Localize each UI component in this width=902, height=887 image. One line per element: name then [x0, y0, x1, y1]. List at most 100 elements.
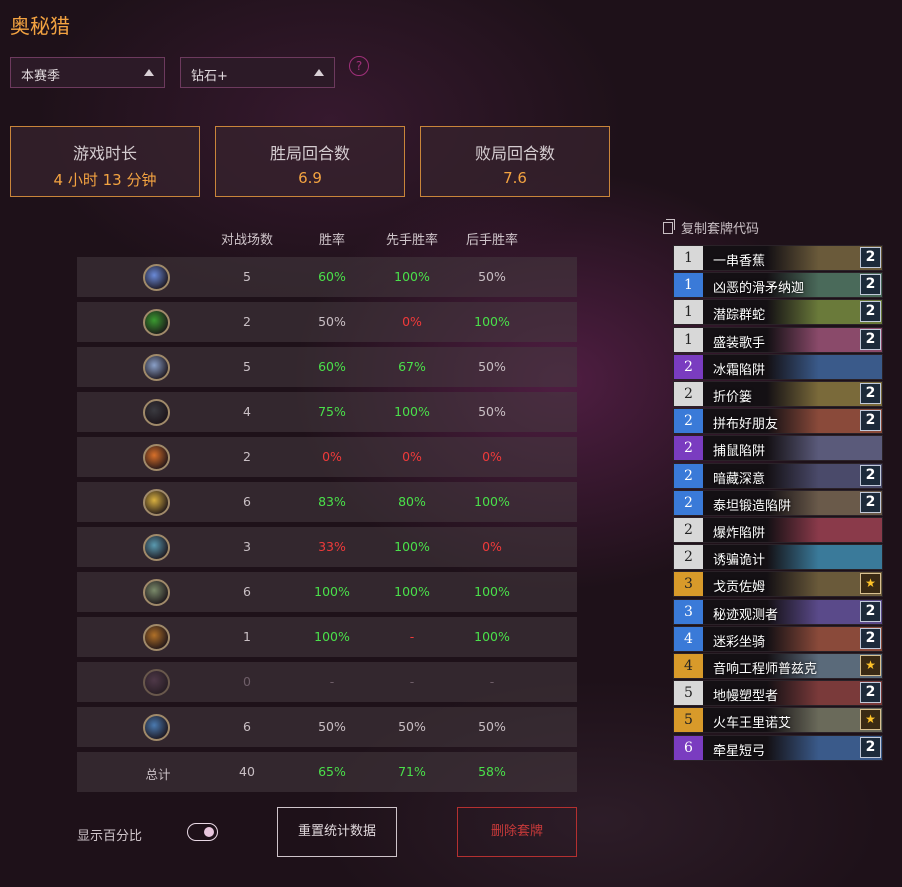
- second-winrate-cell: 50%: [478, 269, 506, 284]
- card-cost: 1: [674, 327, 703, 352]
- show-percent-label: 显示百分比: [77, 829, 143, 844]
- card-cost: 6: [674, 735, 703, 760]
- games-cell: 6: [243, 584, 251, 599]
- card-count-badge: 2: [860, 491, 881, 513]
- deck-card[interactable]: 5 火车王里诺艾 ★: [673, 707, 883, 734]
- card-cost: 5: [674, 681, 703, 706]
- card-cost: 4: [674, 626, 703, 651]
- total-row: 总计 40 65% 71% 58%: [77, 752, 577, 792]
- card-cost: 2: [674, 409, 703, 434]
- stat-label: 游戏时长: [72, 144, 137, 163]
- winrate-cell: 33%: [318, 539, 346, 554]
- winrate-cell: 50%: [318, 314, 346, 329]
- card-name: 牵星短弓: [713, 743, 766, 759]
- second-winrate-cell: 50%: [478, 719, 506, 734]
- deck-card[interactable]: 1 一串香蕉 2: [673, 245, 883, 271]
- deck-card[interactable]: 6 牵星短弓 2: [673, 734, 883, 761]
- card-count-badge: 2: [860, 736, 881, 758]
- first-winrate-cell: 100%: [394, 539, 430, 554]
- second-winrate-cell: 50%: [478, 359, 506, 374]
- second-winrate-cell: 100%: [474, 584, 510, 599]
- card-count-badge: 2: [860, 247, 881, 268]
- deck-card[interactable]: 4 音响工程师普兹克 ★: [673, 653, 883, 679]
- games-cell: 0: [243, 674, 251, 689]
- copy-deck-code-button[interactable]: 复制套牌代码: [663, 218, 759, 237]
- deck-card[interactable]: 2 爆炸陷阱: [673, 517, 883, 543]
- card-cost: 1: [674, 246, 703, 270]
- deck-card[interactable]: 2 冰霜陷阱: [673, 353, 883, 380]
- deck-card[interactable]: 1 盛装歌手 2: [673, 326, 883, 353]
- card-art-image: [767, 545, 882, 570]
- table-row: 6 83% 80% 100%: [77, 482, 577, 522]
- games-cell: 2: [243, 449, 251, 464]
- winrate-cell: 75%: [318, 404, 346, 419]
- card-name: 暗藏深意: [713, 471, 766, 487]
- death-knight-class-icon: [143, 669, 170, 696]
- games-cell: 4: [243, 404, 251, 419]
- first-winrate-cell: -: [409, 674, 415, 689]
- help-icon[interactable]: ?: [349, 56, 369, 76]
- card-cost: 2: [674, 436, 703, 461]
- table-row: 5 60% 100% 50%: [77, 257, 577, 297]
- deck-card[interactable]: 2 泰坦锻造陷阱 2: [673, 489, 883, 516]
- table-row: 3 33% 100% 0%: [77, 527, 577, 567]
- card-name: 火车王里诺艾: [713, 716, 792, 732]
- card-name: 音响工程师普兹克: [713, 662, 818, 677]
- games-cell: 6: [243, 719, 251, 734]
- card-art-image: [767, 436, 882, 461]
- table-row: 6 100% 100% 100%: [77, 572, 577, 612]
- card-count-badge: 2: [860, 274, 881, 296]
- winrate-cell: 60%: [318, 359, 346, 374]
- card-count-badge: 2: [860, 383, 881, 404]
- show-percent-toggle[interactable]: [187, 823, 218, 841]
- total-label: 总计: [145, 767, 171, 782]
- second-winrate-cell: -: [489, 674, 495, 689]
- legendary-star-icon: ★: [860, 573, 881, 595]
- first-winrate-cell: 100%: [394, 269, 430, 284]
- first-winrate-cell: 50%: [398, 719, 426, 734]
- stat-value: 4 小时 13 分钟: [53, 171, 157, 189]
- card-art-image: [767, 518, 882, 542]
- deck-card[interactable]: 3 戈贡佐姆 ★: [673, 571, 883, 598]
- first-winrate-cell: 0%: [402, 314, 422, 329]
- deck-card[interactable]: 2 诱骗诡计: [673, 544, 883, 571]
- rank-select[interactable]: 钻石+: [180, 57, 335, 88]
- card-name: 盛装歌手: [713, 335, 766, 351]
- rank-select-value: 钻石+: [191, 69, 228, 84]
- stat-loss-turns: 败局回合数 7.6: [420, 126, 610, 197]
- mage-class-icon: [143, 264, 170, 291]
- deck-card[interactable]: 2 拼布好朋友 2: [673, 408, 883, 435]
- stat-label: 胜局回合数: [269, 144, 350, 163]
- header-first-winrate: 先手胜率: [385, 233, 438, 248]
- card-cost: 2: [674, 490, 703, 515]
- card-cost: 2: [674, 382, 703, 406]
- season-select[interactable]: 本赛季: [10, 57, 165, 88]
- card-name: 捕鼠陷阱: [713, 444, 766, 460]
- card-cost: 2: [674, 354, 703, 379]
- deck-card[interactable]: 5 地幔塑型者 2: [673, 680, 883, 707]
- card-cost: 3: [674, 599, 703, 624]
- header-games: 对战场数: [220, 233, 273, 248]
- card-count-badge: 2: [860, 682, 881, 704]
- second-winrate-cell: 100%: [474, 314, 510, 329]
- deck-card[interactable]: 2 捕鼠陷阱: [673, 435, 883, 462]
- card-name: 秘迹观测者: [713, 607, 779, 623]
- deck-card[interactable]: 4 迷彩坐骑 2: [673, 625, 883, 652]
- deck-card[interactable]: 3 秘迹观测者 2: [673, 598, 883, 625]
- deck-card[interactable]: 1 凶恶的滑矛纳迦 2: [673, 272, 883, 299]
- warrior-class-icon: [143, 534, 170, 561]
- stat-label: 败局回合数: [474, 144, 555, 163]
- stat-value: 7.6: [503, 169, 527, 187]
- card-count-badge: 2: [860, 328, 881, 350]
- legendary-star-icon: ★: [860, 655, 881, 676]
- table-row: 5 60% 67% 50%: [77, 347, 577, 387]
- delete-deck-button[interactable]: 删除套牌: [457, 807, 577, 857]
- table-row: 6 50% 50% 50%: [77, 707, 577, 747]
- legendary-star-icon: ★: [860, 709, 881, 731]
- total-games: 40: [239, 764, 255, 779]
- deck-card[interactable]: 1 潜踪群蛇 2: [673, 299, 883, 326]
- deck-card[interactable]: 2 暗藏深意 2: [673, 462, 883, 489]
- first-winrate-cell: -: [409, 629, 415, 644]
- deck-card[interactable]: 2 折价篓 2: [673, 381, 883, 407]
- reset-stats-button[interactable]: 重置统计数据: [277, 807, 397, 857]
